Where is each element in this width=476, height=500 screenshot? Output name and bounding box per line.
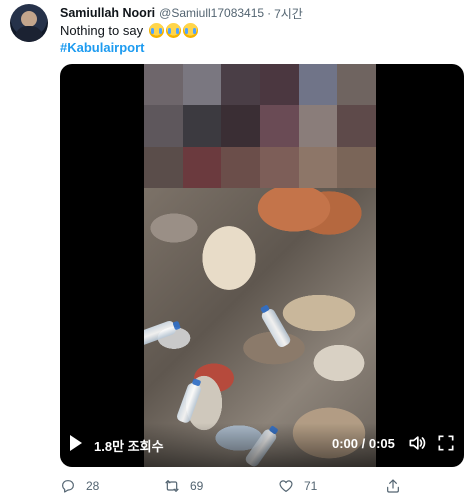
retweet-button[interactable]: 69 [164,476,203,496]
reply-icon [62,480,74,493]
bottle-cap [191,378,202,387]
retweet-icon [165,480,179,492]
tweet-body: Nothing to say [60,23,144,38]
fullscreen-icon[interactable] [436,433,456,453]
author-name[interactable]: Samiullah Noori [60,6,155,20]
bottle-shape [175,378,203,425]
video-controls: 1.8만 조회수 0:00 / 0:05 [60,423,464,467]
pixelated-region [144,64,376,188]
separator-dot: · [267,6,272,20]
tweet-time[interactable]: 7시간 [274,5,303,22]
action-bar: 28 69 71 [60,476,464,496]
reply-button[interactable]: 28 [60,476,99,496]
video-player[interactable]: 1.8만 조회수 0:00 / 0:05 [60,64,464,467]
tweet-header: Samiullah Noori @Samiull17083415 · 7시간 [60,4,303,22]
view-count: 1.8만 조회수 [94,439,164,454]
tweet-text: Nothing to say [60,23,199,38]
like-icon [279,480,293,492]
like-count: 71 [304,479,318,493]
like-button[interactable]: 71 [278,476,317,496]
loudly-crying-face-emoji [149,23,165,38]
avatar-head [21,11,37,27]
retweet-count: 69 [190,479,204,493]
bottle-cap [260,304,270,314]
avatar[interactable] [10,4,48,42]
video-timecode: 0:00 / 0:05 [332,436,395,451]
author-handle[interactable]: @Samiull17083415 [159,6,264,20]
hashtag-link[interactable]: #Kabulairport [60,40,145,55]
bottle-cap [172,320,181,331]
tweet-card[interactable]: Samiullah Noori @Samiull17083415 · 7시간 N… [0,0,476,500]
reply-count: 28 [86,479,100,493]
play-icon[interactable] [70,435,82,451]
bottle-shape [259,304,293,349]
share-icon [387,479,399,493]
volume-icon[interactable] [407,433,427,453]
avatar-body [15,26,43,42]
share-button[interactable] [385,476,411,496]
loudly-crying-face-emoji [183,23,199,38]
loudly-crying-face-emoji [166,23,182,38]
video-frame[interactable] [144,64,376,467]
bottle-shape [144,319,181,347]
